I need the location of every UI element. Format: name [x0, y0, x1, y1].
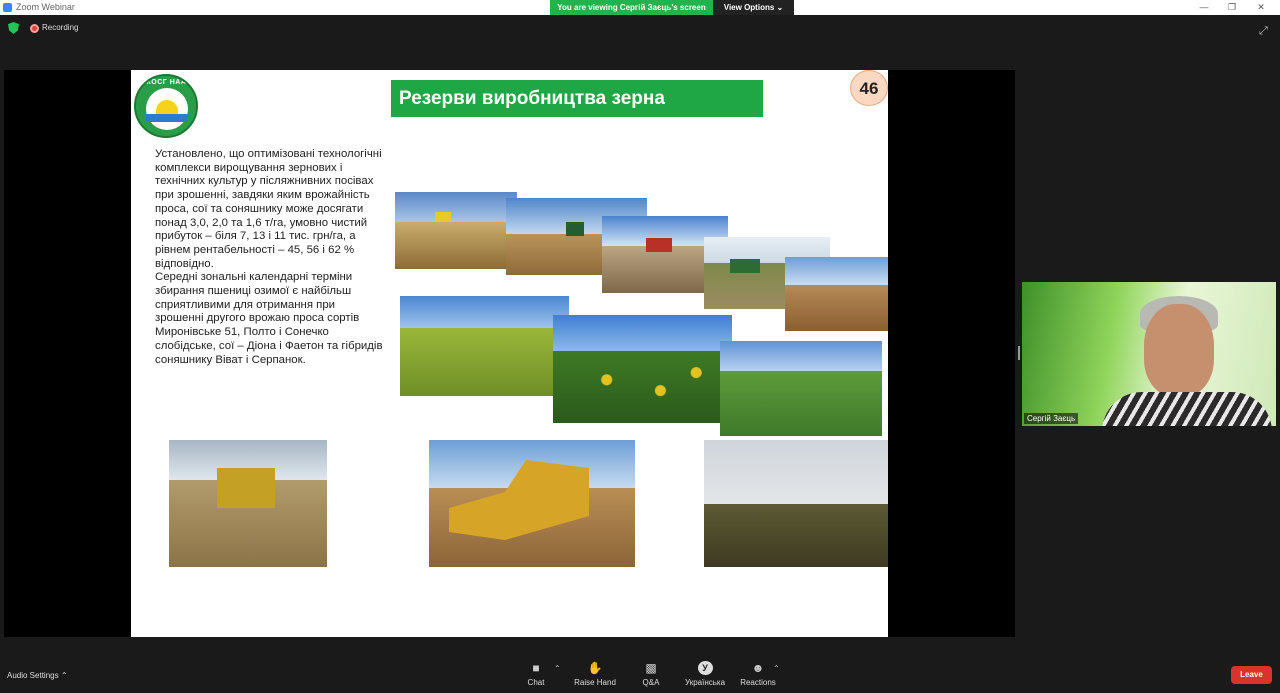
chat-options-caret-icon[interactable]: ⌃: [554, 664, 561, 673]
participant-face: [1144, 304, 1214, 396]
photo-combine-wheat-field: [395, 192, 517, 269]
recording-icon: [30, 24, 39, 33]
leave-button[interactable]: Leave: [1231, 666, 1272, 684]
photo-combine-harvest-1: [169, 440, 327, 567]
participant-video-tile[interactable]: [1022, 282, 1276, 426]
reactions-label: Reactions: [740, 678, 776, 687]
participant-body: [1102, 392, 1272, 426]
hand-icon: ✋: [587, 661, 603, 675]
photo-sunflower-field: [553, 315, 732, 423]
zoom-app-icon: [3, 3, 12, 12]
view-options-label: View Options: [723, 3, 775, 12]
chat-icon: ■: [532, 661, 540, 675]
slide-title: Резерви виробництва зерна: [391, 80, 763, 117]
close-icon[interactable]: ✕: [1251, 1, 1271, 13]
smiley-icon: ☻: [751, 661, 765, 675]
interpretation-language-button[interactable]: У Українська: [675, 661, 735, 687]
language-label: Українська: [684, 678, 726, 687]
logo-text: ІКОСГ НААН: [144, 79, 192, 86]
reactions-options-caret-icon[interactable]: ⌃: [773, 664, 780, 673]
participant-name-label: Сергій Заєць: [1024, 413, 1079, 424]
slide-page-number: 46: [850, 70, 888, 106]
photo-soybean-field: [720, 341, 882, 436]
recording-label: Recording: [42, 23, 79, 32]
institute-logo: ІКОСГ НААН: [134, 74, 198, 138]
slide-paragraph-2: Середні зональні календарні терміни збир…: [155, 271, 383, 366]
qa-label: Q&A: [642, 678, 660, 687]
audio-settings-label: Audio Settings: [7, 671, 59, 680]
fullscreen-icon[interactable]: ⤢: [1259, 25, 1268, 38]
restore-icon[interactable]: ❐: [1222, 1, 1242, 13]
presentation-slide: ІКОСГ НААН Резерви виробництва зерна 46 …: [131, 70, 888, 637]
view-options-button[interactable]: View Options ⌄: [713, 0, 794, 15]
language-icon: У: [697, 661, 713, 675]
photo-harvested-field: [785, 257, 888, 331]
meeting-topbar: [0, 15, 1280, 43]
slide-body-text: Установлено, що оптимізовані технологічн…: [155, 148, 385, 367]
slide-paragraph-1: Установлено, що оптимізовані технологічн…: [155, 148, 382, 270]
panel-resize-handle[interactable]: [1018, 346, 1020, 360]
audio-settings-button[interactable]: Audio Settings ⌃: [7, 671, 68, 680]
minimize-icon[interactable]: —: [1194, 1, 1214, 13]
raise-hand-button[interactable]: ✋ Raise Hand: [565, 661, 625, 687]
photo-combine-harvest-2: [429, 440, 635, 567]
raise-hand-label: Raise Hand: [574, 678, 616, 687]
caret-up-icon: ⌃: [60, 671, 68, 680]
viewing-banner: You are viewing Сергій Заєць's screen: [550, 0, 713, 15]
photo-sunflower-late: [704, 440, 888, 567]
window-title: Zoom Webinar: [16, 2, 75, 12]
qa-button[interactable]: ▩ Q&A: [621, 661, 681, 687]
qa-icon: ▩: [645, 661, 657, 675]
chat-label: Chat: [527, 678, 545, 687]
photo-millet-crop: [400, 296, 569, 396]
chevron-down-icon: ⌄: [776, 3, 784, 12]
